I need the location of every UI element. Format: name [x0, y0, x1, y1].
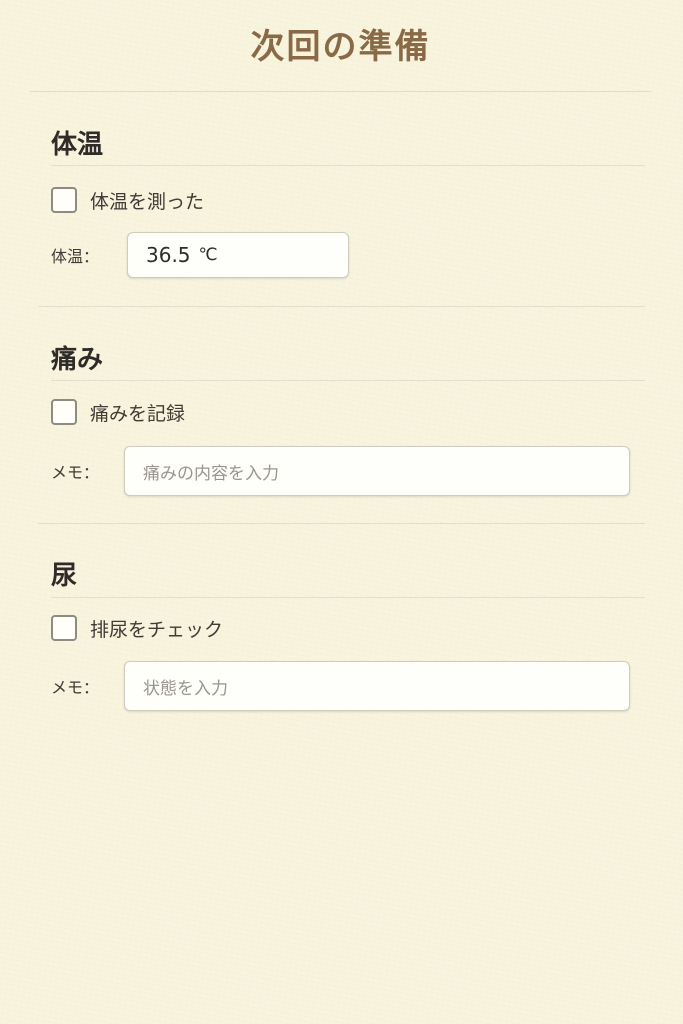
- section-urine: 尿 排尿をチェック メモ： 状態を入力: [38, 539, 645, 739]
- section-title-temperature: 体温: [51, 130, 104, 160]
- pain-memo-row: メモ： 痛みの内容を入力: [51, 446, 630, 496]
- pain-memo-placeholder: 痛みの内容を入力: [143, 463, 279, 484]
- section-title-divider: [51, 165, 645, 166]
- pain-checkbox-label: 痛みを記録: [90, 402, 186, 425]
- pain-memo-input[interactable]: 痛みの内容を入力: [124, 446, 630, 496]
- section-pain: 痛み 痛みを記録 メモ： 痛みの内容を入力: [38, 322, 645, 522]
- temperature-checkbox[interactable]: [51, 187, 77, 213]
- temperature-checkbox-label: 体温を測った: [90, 190, 205, 213]
- section-title-divider: [51, 380, 645, 381]
- temperature-value: 36.5: [146, 243, 191, 267]
- page-title: 次回の準備: [250, 27, 431, 67]
- urine-memo-input[interactable]: 状態を入力: [124, 661, 630, 711]
- page-header: 次回の準備: [30, 0, 651, 92]
- urine-memo-row: メモ： 状態を入力: [51, 661, 630, 711]
- section-title-urine: 尿: [51, 561, 78, 591]
- temperature-checkbox-row[interactable]: 体温を測った: [51, 185, 204, 215]
- urine-checkbox-label: 排尿をチェック: [90, 618, 224, 641]
- urine-checkbox-row[interactable]: 排尿をチェック: [51, 613, 223, 643]
- temperature-field-label: 体温：: [51, 247, 100, 266]
- urine-memo-placeholder: 状態を入力: [143, 678, 228, 699]
- pain-checkbox-row[interactable]: 痛みを記録: [51, 397, 185, 427]
- temperature-field-row: 体温： 36.5 ℃: [51, 231, 630, 279]
- temperature-unit: ℃: [198, 245, 218, 265]
- temperature-input[interactable]: 36.5 ℃: [127, 232, 349, 278]
- section-title-pain: 痛み: [51, 345, 104, 375]
- section-title-divider: [51, 597, 645, 598]
- pain-checkbox[interactable]: [51, 399, 77, 425]
- urine-memo-label: メモ：: [51, 678, 100, 697]
- section-divider: [38, 523, 645, 524]
- urine-checkbox[interactable]: [51, 615, 77, 641]
- section-temperature: 体温 体温を測った 体温： 36.5 ℃: [38, 108, 645, 308]
- section-divider: [38, 306, 645, 307]
- pain-memo-label: メモ：: [51, 463, 100, 482]
